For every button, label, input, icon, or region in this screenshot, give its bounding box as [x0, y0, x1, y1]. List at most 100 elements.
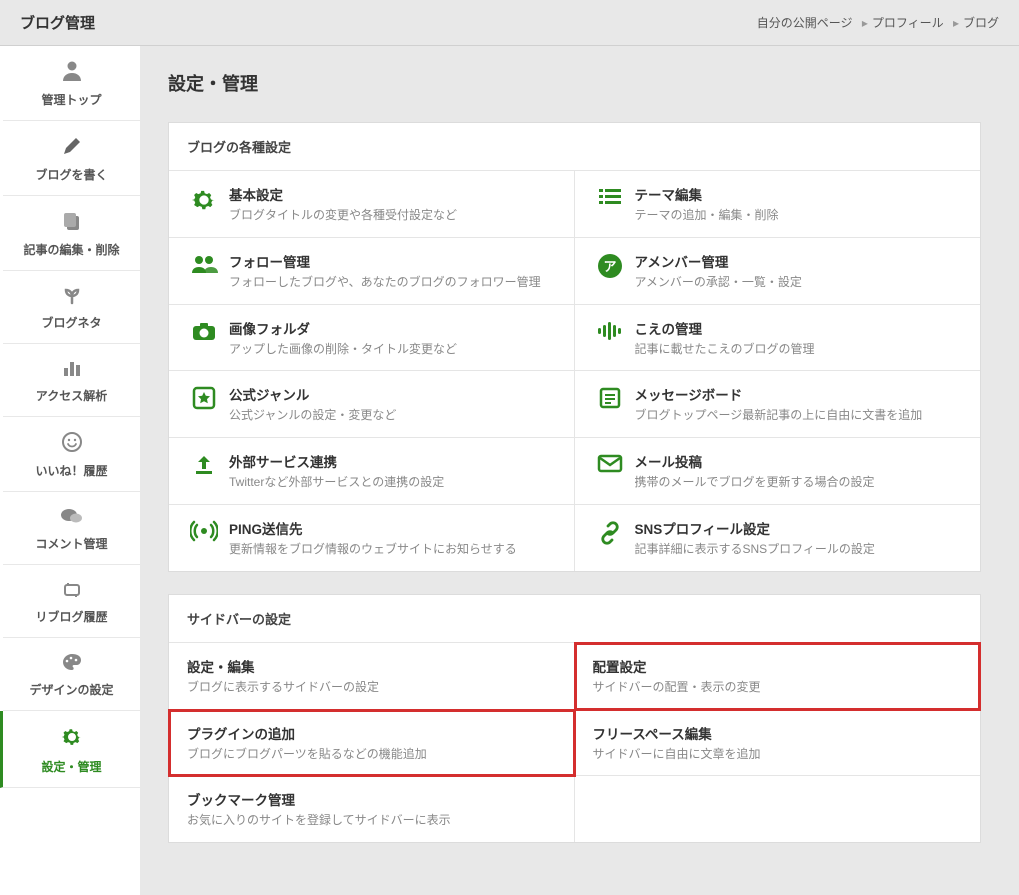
- sidebar-item-like-history[interactable]: いいね！履歴: [3, 417, 140, 492]
- setting-desc: Twitterなど外部サービスとの連携の設定: [229, 474, 558, 491]
- setting-theme[interactable]: テーマ編集テーマの追加・編集・削除: [575, 171, 981, 238]
- setting-desc: 公式ジャンルの設定・変更など: [229, 407, 558, 424]
- upload-icon: [187, 451, 221, 477]
- sidebar-setting-layout[interactable]: 配置設定サイドバーの配置・表示の変更: [575, 643, 981, 710]
- sidebar-item-edit-delete[interactable]: 記事の編集・削除: [3, 196, 140, 271]
- setting-title: 基本設定: [229, 184, 558, 204]
- sidebar-item-label: 記事の編集・削除: [23, 243, 119, 257]
- setting-desc: ブログにブログパーツを貼るなどの機能追加: [187, 746, 558, 763]
- setting-desc: サイドバーに自由に文章を追加: [593, 746, 965, 763]
- setting-title: 公式ジャンル: [229, 384, 558, 404]
- pencil-icon: [9, 135, 134, 160]
- setting-desc: フォローしたブログや、あなたのブログのフォロワー管理: [229, 274, 558, 291]
- setting-desc: ブログトップページ最新記事の上に自由に文書を追加: [635, 407, 965, 424]
- people-icon: [187, 251, 221, 275]
- setting-ping[interactable]: PING送信先更新情報をブログ情報のウェブサイトにお知らせする: [169, 505, 575, 571]
- setting-title: フリースペース編集: [593, 723, 965, 743]
- section-header: ブログの各種設定: [169, 123, 980, 171]
- setting-desc: ブログに表示するサイドバーの設定: [187, 679, 558, 696]
- setting-mail-post[interactable]: メール投稿携帯のメールでブログを更新する場合の設定: [575, 438, 981, 505]
- sidebar-item-admin-top[interactable]: 管理トップ: [3, 46, 140, 121]
- setting-title: アメンバー管理: [635, 251, 965, 271]
- setting-title: 設定・編集: [187, 656, 558, 676]
- sprout-icon: [9, 285, 134, 308]
- sidebar-item-label: 管理トップ: [41, 93, 101, 107]
- board-icon: [593, 384, 627, 410]
- palette-icon: [9, 652, 134, 675]
- sidebar-item-analytics[interactable]: アクセス解析: [3, 344, 140, 417]
- public-page-label: 自分の公開ページ: [757, 16, 853, 30]
- sidebar-item-label: デザインの設定: [29, 683, 113, 697]
- bar-chart-icon: [9, 358, 134, 381]
- link-blog[interactable]: ブログ: [963, 16, 999, 30]
- setting-desc: サイドバーの配置・表示の変更: [593, 679, 965, 696]
- comments-icon: [9, 506, 134, 529]
- page-title: ブログ管理: [20, 12, 95, 33]
- setting-follow[interactable]: フォロー管理フォローしたブログや、あなたのブログのフォロワー管理: [169, 238, 575, 305]
- setting-desc: アメンバーの承認・一覧・設定: [635, 274, 965, 291]
- svg-text:ア: ア: [603, 259, 616, 274]
- sidebar: 管理トップ ブログを書く 記事の編集・削除 ブログネタ アクセス解析: [0, 46, 140, 895]
- link-profile[interactable]: プロフィール: [872, 16, 944, 30]
- sidebar-setting-plugin[interactable]: プラグインの追加ブログにブログパーツを貼るなどの機能追加: [169, 710, 575, 777]
- empty-cell: [575, 776, 981, 842]
- gear-icon: [9, 725, 134, 752]
- setting-sns-profile[interactable]: SNSプロフィール設定記事詳細に表示するSNSプロフィールの設定: [575, 505, 981, 571]
- topbar-links: 自分の公開ページ ▸プロフィール ▸ブログ: [757, 14, 999, 31]
- setting-amember[interactable]: ア アメンバー管理アメンバーの承認・一覧・設定: [575, 238, 981, 305]
- setting-desc: 更新情報をブログ情報のウェブサイトにお知らせする: [229, 541, 558, 558]
- setting-title: プラグインの追加: [187, 723, 558, 743]
- setting-external[interactable]: 外部サービス連携Twitterなど外部サービスとの連携の設定: [169, 438, 575, 505]
- sidebar-item-blog-neta[interactable]: ブログネタ: [3, 271, 140, 344]
- sidebar-item-design[interactable]: デザインの設定: [3, 638, 140, 711]
- sidebar-item-comments[interactable]: コメント管理: [3, 492, 140, 565]
- setting-desc: ブログタイトルの変更や各種受付設定など: [229, 207, 558, 224]
- broadcast-icon: [187, 518, 221, 542]
- setting-desc: テーマの追加・編集・削除: [635, 207, 965, 224]
- sidebar-item-settings[interactable]: 設定・管理: [0, 711, 140, 788]
- link-icon: [593, 518, 627, 546]
- sidebar-item-reblog[interactable]: リブログ履歴: [3, 565, 140, 638]
- sidebar-setting-edit[interactable]: 設定・編集ブログに表示するサイドバーの設定: [169, 643, 575, 710]
- setting-basic[interactable]: 基本設定ブログタイトルの変更や各種受付設定など: [169, 171, 575, 238]
- setting-title: フォロー管理: [229, 251, 558, 271]
- setting-image-folder[interactable]: 画像フォルダアップした画像の削除・タイトル変更など: [169, 305, 575, 372]
- smile-icon: [9, 431, 134, 456]
- reblog-icon: [9, 579, 134, 602]
- setting-title: メール投稿: [635, 451, 965, 471]
- copy-icon: [9, 210, 134, 235]
- camera-icon: [187, 318, 221, 342]
- setting-title: テーマ編集: [635, 184, 965, 204]
- sidebar-item-label: アクセス解析: [36, 389, 107, 403]
- setting-title: 画像フォルダ: [229, 318, 558, 338]
- setting-title: ブックマーク管理: [187, 789, 558, 809]
- setting-genre[interactable]: 公式ジャンル公式ジャンルの設定・変更など: [169, 371, 575, 438]
- page-heading: 設定・管理: [168, 70, 981, 96]
- sidebar-item-label: ブログを書く: [35, 168, 107, 182]
- setting-title: PING送信先: [229, 518, 558, 538]
- person-icon: [9, 60, 134, 85]
- list-icon: [593, 184, 627, 208]
- star-box-icon: [187, 384, 221, 410]
- setting-voice[interactable]: こえの管理記事に載せたこえのブログの管理: [575, 305, 981, 372]
- sidebar-item-label: コメント管理: [35, 537, 107, 551]
- setting-desc: 記事に載せたこえのブログの管理: [635, 341, 965, 358]
- sidebar-setting-bookmark[interactable]: ブックマーク管理お気に入りのサイトを登録してサイドバーに表示: [169, 776, 575, 842]
- section-header: サイドバーの設定: [169, 595, 980, 643]
- amember-icon: ア: [593, 251, 627, 279]
- section-sidebar-settings: サイドバーの設定 設定・編集ブログに表示するサイドバーの設定 配置設定サイドバー…: [168, 594, 981, 843]
- setting-title: こえの管理: [635, 318, 965, 338]
- setting-desc: 携帯のメールでブログを更新する場合の設定: [635, 474, 965, 491]
- sidebar-item-write[interactable]: ブログを書く: [3, 121, 140, 196]
- mail-icon: [593, 451, 627, 473]
- setting-desc: 記事詳細に表示するSNSプロフィールの設定: [635, 541, 965, 558]
- section-blog-settings: ブログの各種設定 基本設定ブログタイトルの変更や各種受付設定など テーマ編集テー…: [168, 122, 981, 572]
- setting-title: メッセージボード: [635, 384, 965, 404]
- setting-desc: アップした画像の削除・タイトル変更など: [229, 341, 558, 358]
- sidebar-setting-freespace[interactable]: フリースペース編集サイドバーに自由に文章を追加: [575, 710, 981, 777]
- gear-icon: [187, 184, 221, 214]
- topbar: ブログ管理 自分の公開ページ ▸プロフィール ▸ブログ: [0, 0, 1019, 46]
- setting-message-board[interactable]: メッセージボードブログトップページ最新記事の上に自由に文書を追加: [575, 371, 981, 438]
- sound-wave-icon: [593, 318, 627, 342]
- setting-title: 配置設定: [593, 656, 965, 676]
